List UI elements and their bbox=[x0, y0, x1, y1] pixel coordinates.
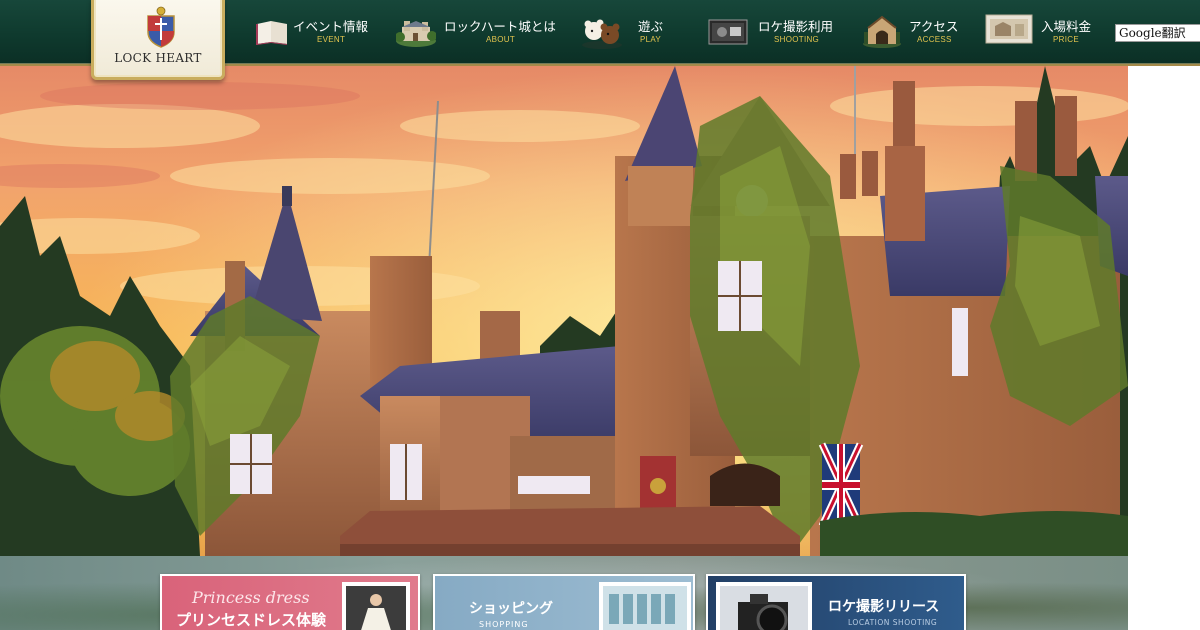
film-camera-icon bbox=[708, 19, 748, 45]
banner-title: ロケ撮影リリース bbox=[828, 599, 940, 615]
site-header: LOCK HEART イベント情報 EVENT ロックハート城とは ABOUT bbox=[0, 0, 1200, 80]
banner-title: プリンセスドレス体験 bbox=[176, 611, 327, 629]
page-margin bbox=[1128, 66, 1200, 630]
teddy-bear-icon bbox=[582, 19, 622, 49]
banner-title-en: Princess dress bbox=[192, 588, 310, 607]
banner-shopping[interactable]: ショッピング SHOPPING bbox=[433, 574, 695, 630]
nav-price[interactable]: 入場料金 PRICE bbox=[985, 0, 1105, 62]
camera-photo-icon bbox=[716, 582, 812, 630]
nav-label: 遊ぶ bbox=[638, 19, 664, 34]
nav-sub-label: ACCESS bbox=[917, 35, 952, 44]
banner-princess-dress[interactable]: Princess dress プリンセスドレス体験 bbox=[160, 574, 420, 630]
dress-photo-icon bbox=[342, 582, 410, 630]
logo-text: LOCK HEART bbox=[114, 51, 202, 65]
crest-icon bbox=[147, 6, 175, 48]
nav-label: ロックハート城とは bbox=[444, 19, 556, 34]
hero-image bbox=[0, 66, 1128, 556]
feature-banner-strip: Princess dress プリンセスドレス体験 ショッピング SHOPPIN… bbox=[0, 556, 1128, 630]
nav-sub-label: ABOUT bbox=[486, 35, 516, 44]
nav-sub-label: SHOOTING bbox=[774, 35, 820, 44]
book-icon bbox=[256, 21, 287, 45]
banner-sub: SHOPPING bbox=[479, 620, 529, 629]
google-translate-widget[interactable]: Google翻訳 bbox=[1115, 24, 1200, 42]
nav-sub-label: PRICE bbox=[1053, 35, 1079, 44]
nav-shooting[interactable]: ロケ撮影利用 SHOOTING bbox=[708, 0, 838, 62]
nav-sub-label: PLAY bbox=[640, 35, 662, 44]
banner-sub: LOCATION SHOOTING bbox=[848, 618, 938, 627]
ticket-icon bbox=[985, 14, 1033, 44]
site-logo[interactable]: LOCK HEART bbox=[91, 0, 225, 80]
nav-play[interactable]: 遊ぶ PLAY bbox=[580, 0, 670, 62]
shop-photo-icon bbox=[599, 582, 691, 630]
nav-event[interactable]: イベント情報 EVENT bbox=[255, 0, 385, 62]
nav-label: 入場料金 bbox=[1041, 19, 1092, 34]
nav-about[interactable]: ロックハート城とは ABOUT bbox=[396, 0, 556, 62]
gate-icon bbox=[863, 15, 901, 48]
nav-label: ロケ撮影利用 bbox=[758, 19, 834, 34]
banner-location-shooting[interactable]: ロケ撮影リリース LOCATION SHOOTING bbox=[706, 574, 966, 630]
castle-illustration bbox=[0, 66, 1128, 556]
castle-icon bbox=[396, 21, 436, 47]
nav-access[interactable]: アクセス ACCESS bbox=[862, 0, 972, 62]
nav-label: イベント情報 bbox=[293, 19, 369, 34]
nav-sub-label: EVENT bbox=[317, 35, 346, 44]
nav-label: アクセス bbox=[909, 19, 959, 34]
banner-title: ショッピング bbox=[469, 601, 553, 617]
